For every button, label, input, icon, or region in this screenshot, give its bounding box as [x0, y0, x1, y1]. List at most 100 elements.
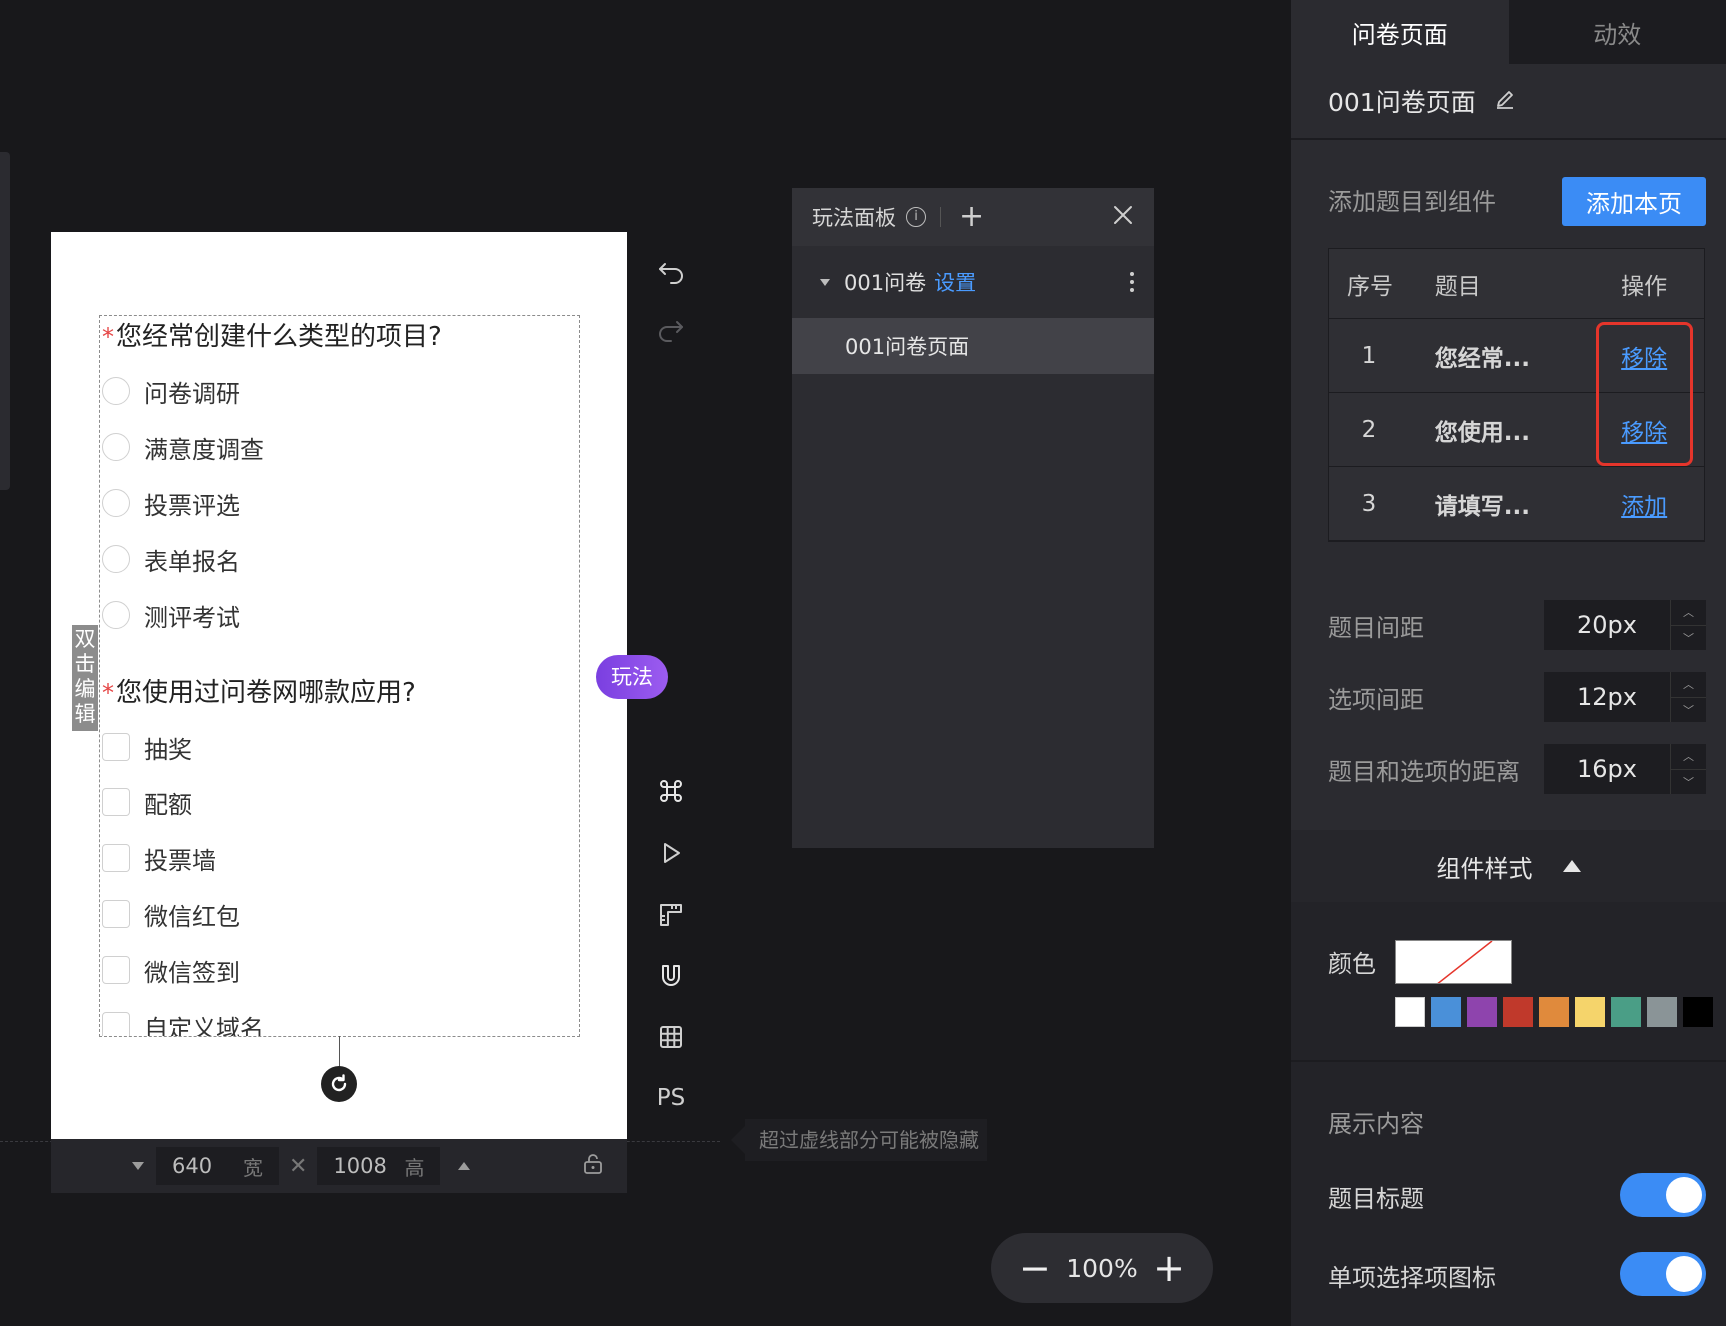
ps-tool[interactable]: PS: [651, 1078, 691, 1118]
divider: [1291, 1060, 1726, 1062]
caret-down-icon[interactable]: [820, 278, 830, 286]
questionnaire-component[interactable]: *您经常创建什么类型的项目? 问卷调研 满意度调查 投票评选 表单报名 测评考试…: [99, 315, 580, 1037]
rotate-icon[interactable]: [321, 1066, 357, 1102]
title-option-distance-stepper[interactable]: 16px ︿ ﹀: [1544, 744, 1706, 794]
lock-icon[interactable]: [581, 1152, 605, 1181]
radio-icon-toggle[interactable]: [1620, 1252, 1706, 1296]
palette-swatch[interactable]: [1503, 997, 1533, 1027]
palette-swatch[interactable]: [1575, 997, 1605, 1027]
radio-option[interactable]: 满意度调查: [102, 430, 264, 464]
display-content-label: 展示内容: [1328, 1110, 1424, 1138]
panel-tabs: 问卷页面 动效: [1291, 0, 1726, 64]
question-spacing-stepper[interactable]: 20px ︿ ﹀: [1544, 600, 1706, 650]
radio-option[interactable]: 投票评选: [102, 486, 240, 520]
zoom-control: − 100% +: [991, 1233, 1213, 1303]
page-name: 001问卷页面: [1328, 88, 1476, 117]
tab-questionnaire-page[interactable]: 问卷页面: [1291, 0, 1509, 64]
checkbox-option[interactable]: 抽奖: [102, 730, 192, 764]
zoom-in-button[interactable]: +: [1153, 1249, 1185, 1287]
rotate-handle-stem: [339, 1036, 340, 1068]
undo-icon[interactable]: [651, 252, 691, 292]
color-palette: [1395, 997, 1713, 1027]
play-panel-title: 玩法面板: [812, 206, 896, 230]
checkbox-option[interactable]: 配额: [102, 785, 192, 819]
chevron-down-icon[interactable]: ﹀: [1671, 698, 1706, 723]
caret-down-icon[interactable]: [132, 1162, 144, 1170]
radio-icon[interactable]: [102, 545, 130, 573]
tab-animation[interactable]: 动效: [1508, 0, 1726, 64]
add-page-button[interactable]: 添加本页: [1562, 177, 1706, 226]
tree-item-page[interactable]: 001问卷页面: [792, 318, 1154, 374]
ruler-icon[interactable]: [651, 895, 691, 935]
table-header: 序号 题目 操作: [1329, 249, 1704, 319]
color-picker-swatch[interactable]: [1395, 940, 1512, 984]
title-option-distance-row: 题目和选项的距离 16px ︿ ﹀: [1328, 744, 1706, 794]
caret-up-icon[interactable]: [458, 1162, 471, 1170]
palette-swatch[interactable]: [1539, 997, 1569, 1027]
checkbox-icon[interactable]: [102, 1012, 130, 1036]
close-icon[interactable]: [1112, 204, 1134, 231]
hidden-area-hint: 超过虚线部分可能被隐藏: [731, 1119, 987, 1161]
magnet-icon[interactable]: [651, 956, 691, 996]
checkbox-icon[interactable]: [102, 733, 130, 761]
radio-icon[interactable]: [102, 489, 130, 517]
palette-swatch[interactable]: [1395, 997, 1425, 1027]
edit-pencil-icon[interactable]: [1476, 87, 1516, 116]
divider: [940, 207, 941, 227]
grid-icon[interactable]: [651, 1017, 691, 1057]
add-link[interactable]: 添加: [1621, 494, 1667, 520]
palette-swatch[interactable]: [1647, 997, 1677, 1027]
plus-icon[interactable]: +: [959, 202, 984, 232]
collapse-triangle-icon[interactable]: [1562, 860, 1581, 872]
left-panel-edge[interactable]: [0, 152, 10, 490]
radio-option[interactable]: 测评考试: [102, 598, 240, 632]
chevron-down-icon[interactable]: ﹀: [1671, 770, 1706, 795]
checkbox-option[interactable]: 投票墙: [102, 841, 216, 875]
settings-link[interactable]: 设置: [934, 267, 976, 297]
radio-icon[interactable]: [102, 377, 130, 405]
radio-icon[interactable]: [102, 601, 130, 629]
tree-item-questionnaire[interactable]: 001问卷 设置: [792, 246, 1154, 318]
checkbox-option[interactable]: 自定义域名: [102, 1009, 264, 1036]
play-icon[interactable]: [651, 833, 691, 873]
question-title-toggle[interactable]: [1620, 1173, 1706, 1217]
more-vertical-icon[interactable]: [1130, 272, 1134, 292]
checkbox-icon[interactable]: [102, 844, 130, 872]
play-badge[interactable]: 玩法: [596, 655, 668, 699]
checkbox-icon[interactable]: [102, 900, 130, 928]
color-label: 颜色: [1328, 950, 1376, 978]
chevron-up-icon[interactable]: ︿: [1671, 672, 1706, 698]
redo-icon[interactable]: [651, 310, 691, 350]
palette-swatch[interactable]: [1431, 997, 1461, 1027]
chevron-up-icon[interactable]: ︿: [1671, 600, 1706, 626]
zoom-out-button[interactable]: −: [1019, 1249, 1051, 1287]
option-spacing-stepper[interactable]: 12px ︿ ﹀: [1544, 672, 1706, 722]
radio-option[interactable]: 表单报名: [102, 542, 240, 576]
radio-option[interactable]: 问卷调研: [102, 374, 240, 408]
option-spacing-row: 选项间距 12px ︿ ﹀: [1328, 672, 1706, 722]
component-style-header[interactable]: 组件样式: [1291, 830, 1726, 902]
command-icon[interactable]: [651, 771, 691, 811]
chevron-down-icon[interactable]: ﹀: [1671, 626, 1706, 651]
checkbox-option[interactable]: 微信签到: [102, 953, 240, 987]
palette-swatch[interactable]: [1683, 997, 1713, 1027]
zoom-value: 100%: [1066, 1253, 1138, 1283]
checkbox-option[interactable]: 微信红包: [102, 897, 240, 931]
chevron-up-icon[interactable]: ︿: [1671, 744, 1706, 770]
properties-panel: 问卷页面 动效 001问卷页面 添加题目到组件 添加本页 序号 题目 操作 1 …: [1291, 0, 1726, 1326]
width-field[interactable]: 640 宽: [156, 1147, 279, 1185]
radio-icon-toggle-label: 单项选择项图标: [1328, 1264, 1496, 1292]
checkbox-icon[interactable]: [102, 788, 130, 816]
question-title-toggle-label: 题目标题: [1328, 1185, 1424, 1213]
checkbox-icon[interactable]: [102, 956, 130, 984]
palette-swatch[interactable]: [1467, 997, 1497, 1027]
highlight-annotation-box: [1596, 322, 1693, 466]
phone-canvas[interactable]: *您经常创建什么类型的项目? 问卷调研 满意度调查 投票评选 表单报名 测评考试…: [51, 232, 627, 1139]
questions-section: 添加题目到组件 添加本页 序号 题目 操作 1 您经常... 移除 2 您使用.…: [1291, 140, 1726, 830]
radio-icon[interactable]: [102, 433, 130, 461]
play-panel-header: 玩法面板 i +: [792, 188, 1154, 246]
double-click-edit-tag[interactable]: 双击编辑: [72, 625, 98, 731]
height-field[interactable]: 1008 高: [317, 1147, 441, 1185]
info-icon[interactable]: i: [906, 207, 926, 227]
palette-swatch[interactable]: [1611, 997, 1641, 1027]
